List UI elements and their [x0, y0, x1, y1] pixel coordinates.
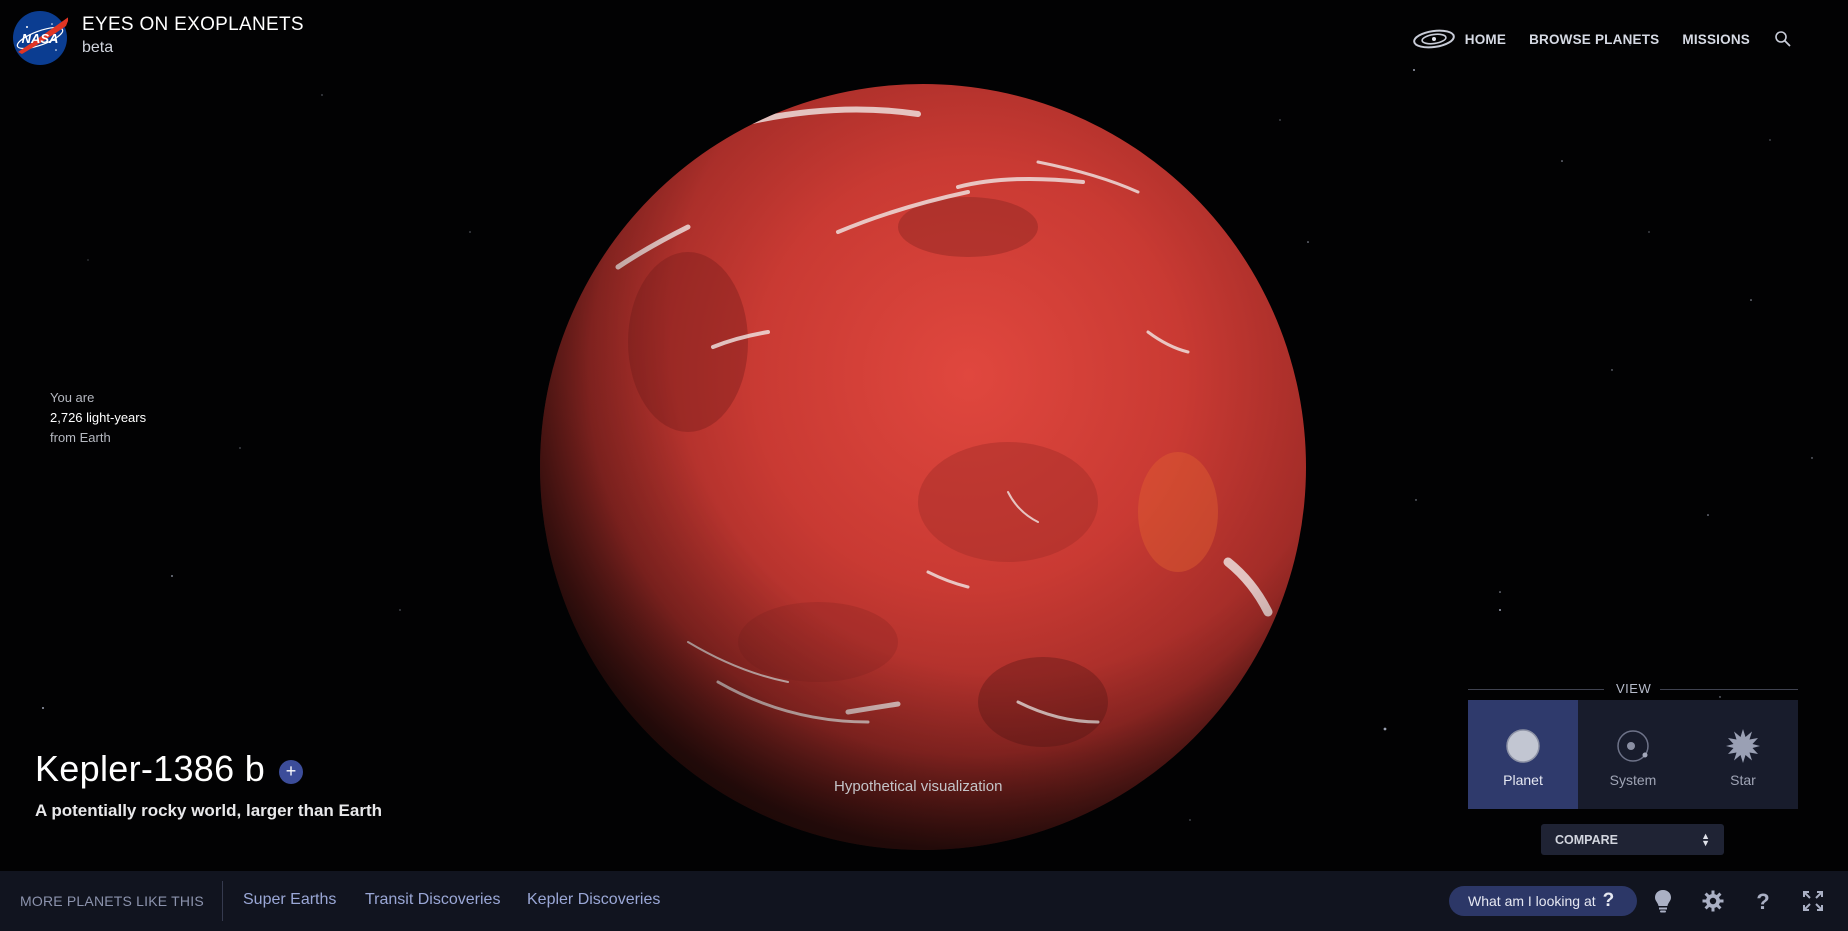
gear-icon[interactable]: [1699, 887, 1727, 915]
top-navigation: HOME BROWSE PLANETS MISSIONS: [1412, 28, 1792, 50]
view-system-label: System: [1609, 772, 1657, 788]
view-system-button[interactable]: System: [1578, 700, 1688, 809]
nasa-logo[interactable]: NASA: [12, 10, 68, 66]
compare-label: COMPARE: [1555, 832, 1618, 847]
svg-text:NASA: NASA: [22, 31, 59, 46]
brand[interactable]: NASA EYES ON EXOPLANETS beta: [12, 10, 304, 66]
app-title: EYES ON EXOPLANETS: [82, 14, 304, 35]
system-icon: [1617, 730, 1649, 762]
app-subtitle: beta: [82, 39, 114, 56]
planet-visualization[interactable]: [538, 82, 1308, 852]
planet-tagline: A potentially rocky world, larger than E…: [35, 801, 382, 820]
view-label: VIEW: [1616, 681, 1652, 696]
visualization-note: Hypothetical visualization: [834, 778, 1003, 795]
distance-prefix: You are: [50, 390, 95, 405]
bottom-bar: MORE PLANETS LIKE THIS Super Earths Tran…: [0, 871, 1848, 931]
planet-name: Kepler-1386 b: [35, 748, 266, 789]
nav-home[interactable]: HOME: [1465, 32, 1506, 47]
fullscreen-icon[interactable]: [1799, 887, 1827, 915]
distance-readout: You are 2,726 light-years from Earth: [50, 388, 146, 448]
distance-suffix: from Earth: [50, 430, 111, 445]
nav-missions[interactable]: MISSIONS: [1682, 32, 1750, 47]
view-selector: Planet System Star: [1468, 700, 1798, 809]
view-star-button[interactable]: Star: [1688, 700, 1798, 809]
star-icon: [1726, 729, 1760, 763]
link-kepler-discoveries[interactable]: Kepler Discoveries: [527, 891, 660, 909]
help-button-symbol: ?: [1602, 890, 1615, 911]
view-divider-left: [1468, 689, 1604, 690]
what-am-i-looking-at-button[interactable]: What am I looking at ?: [1449, 886, 1637, 916]
more-planets-label: MORE PLANETS LIKE THIS: [20, 893, 204, 909]
compare-select[interactable]: COMPARE ▲ ▼: [1541, 824, 1724, 855]
galaxy-icon[interactable]: [1412, 28, 1456, 50]
help-button-label: What am I looking at: [1468, 893, 1596, 909]
view-star-label: Star: [1730, 772, 1756, 788]
bottom-divider: [222, 881, 223, 921]
nav-browse-planets[interactable]: BROWSE PLANETS: [1529, 32, 1659, 47]
app-title-block: EYES ON EXOPLANETS beta: [82, 14, 304, 57]
svg-text:?: ?: [1756, 889, 1769, 913]
distance-value: 2,726 light-years: [50, 410, 147, 425]
planet-title: Kepler-1386 b +: [35, 748, 304, 790]
help-icon[interactable]: ?: [1749, 887, 1777, 915]
view-planet-button[interactable]: Planet: [1468, 700, 1578, 809]
search-icon[interactable]: [1774, 30, 1792, 48]
view-divider-right: [1660, 689, 1798, 690]
planet-icon: [1506, 729, 1540, 763]
view-planet-label: Planet: [1503, 772, 1543, 788]
link-super-earths[interactable]: Super Earths: [243, 891, 336, 909]
lightbulb-icon[interactable]: [1649, 887, 1677, 915]
select-arrows-icon: ▲ ▼: [1701, 830, 1710, 848]
add-planet-button[interactable]: +: [279, 760, 304, 784]
link-transit-discoveries[interactable]: Transit Discoveries: [365, 891, 500, 909]
